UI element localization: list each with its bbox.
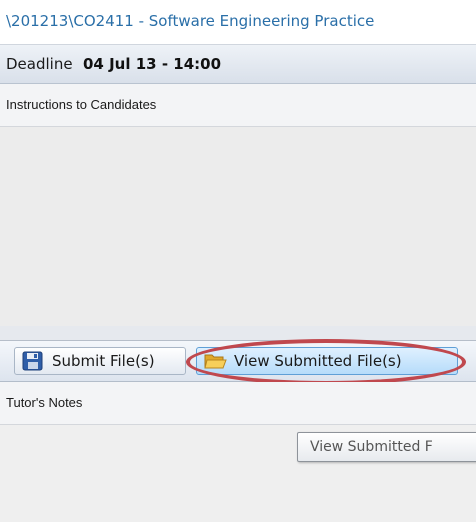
submission-window: \201213\CO2411 - Software Engineering Pr… <box>0 0 476 522</box>
folder-open-icon <box>203 351 227 371</box>
deadline-label: Deadline <box>6 55 73 73</box>
tooltip-text: View Submitted F <box>310 439 433 455</box>
view-submitted-files-button[interactable]: View Submitted File(s) <box>196 347 458 375</box>
view-submitted-files-label: View Submitted File(s) <box>234 352 402 370</box>
path-bar: \201213\CO2411 - Software Engineering Pr… <box>0 0 476 45</box>
tutor-notes-header: Tutor's Notes <box>0 382 476 425</box>
module-path: \201213\CO2411 - Software Engineering Pr… <box>6 12 375 30</box>
tooltip: View Submitted F <box>297 432 476 462</box>
instructions-header: Instructions to Candidates <box>0 84 476 127</box>
deadline-bar: Deadline 04 Jul 13 - 14:00 <box>0 45 476 84</box>
toolbar: Submit File(s) View Submitted File(s) <box>0 341 476 382</box>
splitter[interactable] <box>0 326 476 341</box>
instructions-label: Instructions to Candidates <box>6 97 157 112</box>
instructions-panel <box>0 127 476 327</box>
submit-files-label: Submit File(s) <box>52 352 155 370</box>
submit-files-button[interactable]: Submit File(s) <box>14 347 186 375</box>
tutor-notes-label: Tutor's Notes <box>6 395 83 410</box>
floppy-disk-icon <box>21 351 45 371</box>
deadline-value: 04 Jul 13 - 14:00 <box>83 55 222 73</box>
